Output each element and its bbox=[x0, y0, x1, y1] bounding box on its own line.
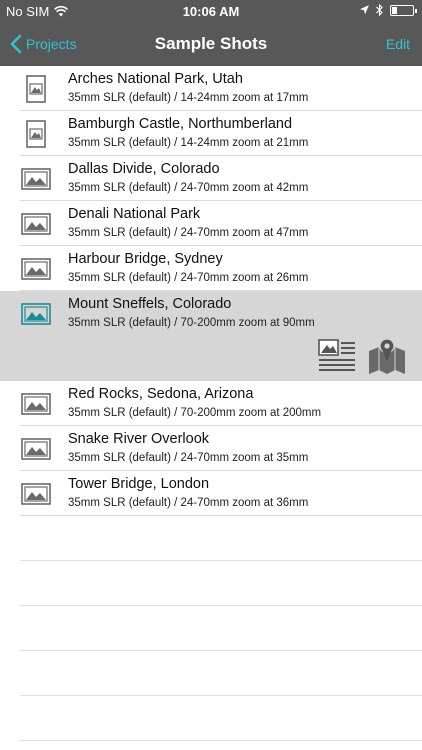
page-title: Sample Shots bbox=[154, 34, 268, 53]
top-bar: No SIM 10:06 AM Projects Sample Shots Ed… bbox=[0, 0, 422, 66]
status-bar: No SIM 10:06 AM bbox=[0, 0, 422, 22]
empty-row-divider bbox=[20, 605, 422, 606]
landscape-photo-icon bbox=[20, 208, 51, 239]
shot-subtitle: 35mm SLR (default) / 14-24mm zoom at 17m… bbox=[68, 92, 309, 104]
landscape-photo-icon bbox=[20, 298, 51, 329]
shot-title: Denali National Park bbox=[68, 206, 201, 222]
map-pin-icon[interactable] bbox=[368, 337, 406, 380]
shot-title: Snake River Overlook bbox=[68, 431, 210, 447]
portrait-photo-icon bbox=[20, 118, 51, 149]
empty-row-divider bbox=[20, 695, 422, 696]
location-arrow-icon bbox=[360, 5, 369, 15]
battery-level bbox=[392, 6, 397, 14]
shot-subtitle: 35mm SLR (default) / 24-70mm zoom at 36m… bbox=[68, 497, 309, 509]
shot-subtitle: 35mm SLR (default) / 24-70mm zoom at 26m… bbox=[68, 272, 309, 284]
shot-subtitle: 35mm SLR (default) / 70-200mm zoom at 20… bbox=[68, 407, 322, 419]
shot-title: Harbour Bridge, Sydney bbox=[68, 251, 223, 267]
landscape-photo-icon bbox=[20, 253, 51, 284]
details-icon[interactable] bbox=[318, 339, 356, 380]
bluetooth-icon bbox=[376, 4, 383, 16]
shot-title: Red Rocks, Sedona, Arizona bbox=[68, 386, 254, 402]
shot-row[interactable]: Tower Bridge, London 35mm SLR (default) /… bbox=[0, 471, 422, 516]
shot-row[interactable]: Bamburgh Castle, Northumberland 35mm SLR … bbox=[0, 111, 422, 156]
shot-title: Mount Sneffels, Colorado bbox=[68, 296, 232, 312]
shot-list: Arches National Park, Utah 35mm SLR (defa… bbox=[0, 66, 422, 516]
status-time: 10:06 AM bbox=[182, 4, 240, 19]
landscape-photo-icon bbox=[20, 478, 51, 509]
edit-button[interactable]: Edit bbox=[386, 36, 410, 52]
empty-row-divider bbox=[20, 560, 422, 561]
shot-row[interactable]: Denali National Park 35mm SLR (default) /… bbox=[0, 201, 422, 246]
shot-row[interactable]: Harbour Bridge, Sydney 35mm SLR (default)… bbox=[0, 246, 422, 291]
shot-row[interactable]: Arches National Park, Utah 35mm SLR (defa… bbox=[0, 66, 422, 111]
status-right bbox=[360, 4, 417, 16]
shot-title: Tower Bridge, London bbox=[68, 476, 210, 492]
shot-row[interactable]: Mount Sneffels, Colorado 35mm SLR (defaul… bbox=[0, 291, 422, 381]
shot-subtitle: 35mm SLR (default) / 24-70mm zoom at 47m… bbox=[68, 227, 309, 239]
battery-icon bbox=[390, 4, 417, 16]
shot-subtitle: 35mm SLR (default) / 14-24mm zoom at 21m… bbox=[68, 137, 309, 149]
shot-subtitle: 35mm SLR (default) / 70-200mm zoom at 90… bbox=[68, 317, 315, 329]
shot-title: Bamburgh Castle, Northumberland bbox=[68, 116, 293, 132]
row-divider bbox=[20, 515, 422, 516]
shot-row[interactable]: Snake River Overlook 35mm SLR (default) /… bbox=[0, 426, 422, 471]
shot-title: Dallas Divide, Colorado bbox=[68, 161, 220, 177]
row-actions bbox=[318, 337, 406, 380]
shot-row[interactable]: Dallas Divide, Colorado 35mm SLR (default… bbox=[0, 156, 422, 201]
nav-bar: Projects Sample Shots Edit bbox=[0, 22, 422, 66]
landscape-photo-icon bbox=[20, 388, 51, 419]
shot-title: Arches National Park, Utah bbox=[68, 71, 243, 87]
shot-subtitle: 35mm SLR (default) / 24-70mm zoom at 42m… bbox=[68, 182, 309, 194]
shot-subtitle: 35mm SLR (default) / 24-70mm zoom at 35m… bbox=[68, 452, 309, 464]
landscape-photo-icon bbox=[20, 433, 51, 464]
empty-row-divider bbox=[20, 650, 422, 651]
shot-row[interactable]: Red Rocks, Sedona, Arizona 35mm SLR (defa… bbox=[0, 381, 422, 426]
landscape-photo-icon bbox=[20, 163, 51, 194]
portrait-photo-icon bbox=[20, 73, 51, 104]
empty-row-divider bbox=[20, 740, 422, 741]
